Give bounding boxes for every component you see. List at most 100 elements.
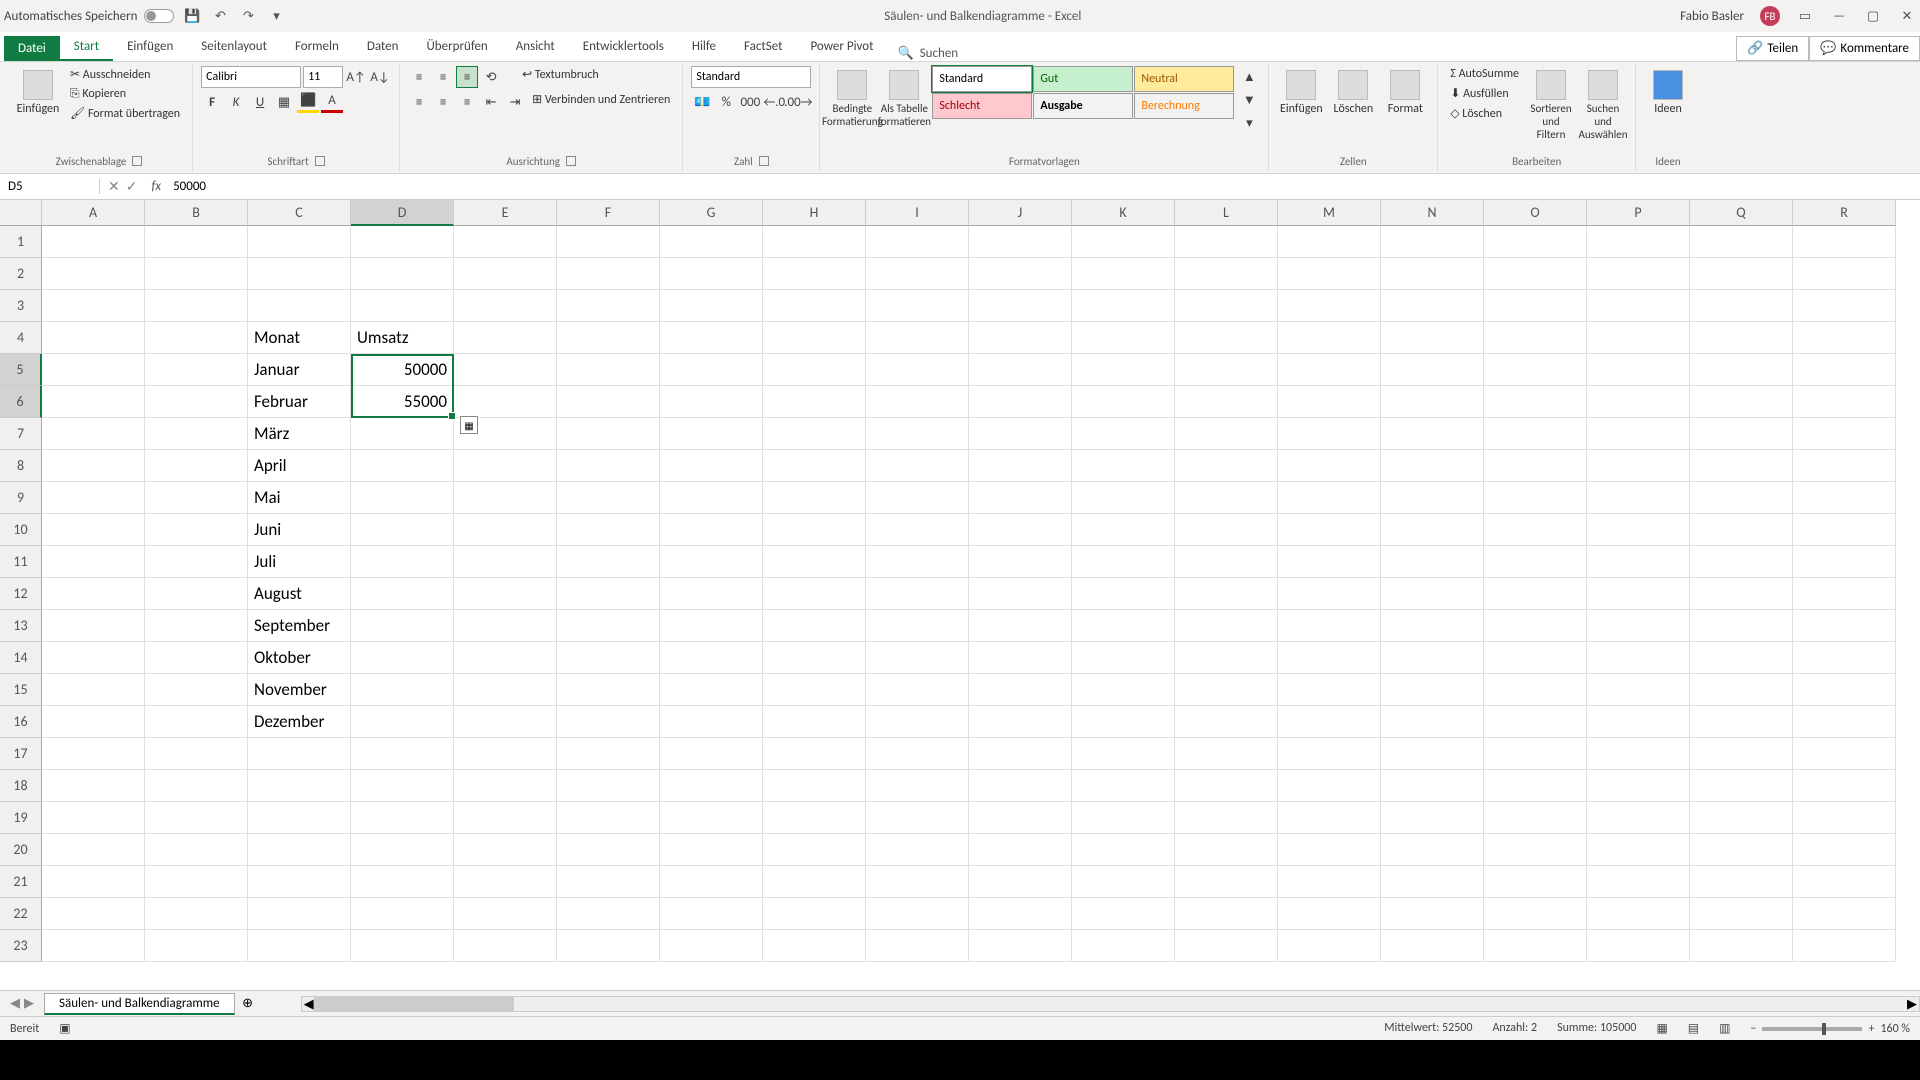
close-icon[interactable]: ✕ — [1898, 7, 1916, 25]
row-header[interactable]: 18 — [0, 770, 42, 802]
cell[interactable] — [351, 642, 454, 674]
cell[interactable] — [866, 258, 969, 290]
cell[interactable] — [969, 546, 1072, 578]
cell[interactable] — [145, 706, 248, 738]
cell[interactable] — [660, 546, 763, 578]
cell[interactable] — [1690, 418, 1793, 450]
fx-icon[interactable]: fx — [145, 179, 167, 194]
macro-record-icon[interactable]: ▣ — [59, 1021, 70, 1036]
cell[interactable] — [1793, 898, 1896, 930]
cell[interactable] — [763, 418, 866, 450]
cell[interactable] — [42, 418, 145, 450]
cell[interactable] — [1690, 386, 1793, 418]
cell[interactable] — [145, 930, 248, 962]
horizontal-scrollbar[interactable]: ◀ ▶ — [301, 996, 1920, 1012]
fill-handle[interactable] — [448, 412, 456, 420]
cell[interactable] — [1175, 866, 1278, 898]
cell[interactable] — [42, 706, 145, 738]
cell[interactable] — [1278, 290, 1381, 322]
currency-icon[interactable]: 💶 — [691, 91, 713, 113]
cell[interactable] — [42, 674, 145, 706]
search-box[interactable]: 🔍 Suchen — [898, 46, 959, 61]
cell[interactable] — [1587, 642, 1690, 674]
cell[interactable] — [454, 386, 557, 418]
cell[interactable] — [1793, 738, 1896, 770]
cell[interactable] — [1587, 834, 1690, 866]
cell[interactable] — [145, 258, 248, 290]
cell[interactable] — [145, 482, 248, 514]
cell[interactable] — [1278, 418, 1381, 450]
cell[interactable] — [1793, 290, 1896, 322]
row-header[interactable]: 5 — [0, 354, 42, 386]
cell[interactable] — [1175, 802, 1278, 834]
cell[interactable] — [1072, 706, 1175, 738]
cell[interactable] — [1278, 642, 1381, 674]
cell[interactable] — [1690, 738, 1793, 770]
cell[interactable] — [42, 482, 145, 514]
column-header[interactable]: A — [42, 200, 145, 226]
cell[interactable] — [1690, 546, 1793, 578]
cell[interactable] — [763, 482, 866, 514]
cell[interactable] — [145, 610, 248, 642]
cell[interactable] — [1587, 354, 1690, 386]
cell[interactable] — [1175, 898, 1278, 930]
zoom-in-icon[interactable]: + — [1868, 1022, 1874, 1036]
cell[interactable]: 55000 — [351, 386, 454, 418]
cell[interactable] — [145, 546, 248, 578]
cell[interactable] — [1690, 674, 1793, 706]
format-cells-button[interactable]: Format — [1381, 66, 1429, 116]
cell[interactable] — [1175, 482, 1278, 514]
cell[interactable] — [763, 322, 866, 354]
cell[interactable] — [1587, 802, 1690, 834]
cell[interactable] — [1587, 290, 1690, 322]
cell[interactable] — [145, 866, 248, 898]
cell[interactable] — [42, 738, 145, 770]
column-header[interactable]: P — [1587, 200, 1690, 226]
cell[interactable] — [1690, 898, 1793, 930]
column-header[interactable]: H — [763, 200, 866, 226]
fill-button[interactable]: ⬇ Ausfüllen — [1446, 85, 1523, 102]
cell[interactable] — [557, 834, 660, 866]
format-as-table-button[interactable]: Als Tabelle formatieren — [880, 66, 928, 128]
column-header[interactable]: B — [145, 200, 248, 226]
cell[interactable] — [969, 898, 1072, 930]
cell[interactable]: 50000 — [351, 354, 454, 386]
column-header[interactable]: C — [248, 200, 351, 226]
cell[interactable] — [1175, 258, 1278, 290]
row-header[interactable]: 21 — [0, 866, 42, 898]
cell[interactable] — [969, 706, 1072, 738]
cell[interactable] — [42, 578, 145, 610]
cell[interactable] — [1072, 290, 1175, 322]
cell[interactable] — [1484, 674, 1587, 706]
cell[interactable] — [1072, 258, 1175, 290]
cell[interactable] — [969, 258, 1072, 290]
cell[interactable] — [1072, 866, 1175, 898]
cell[interactable] — [145, 226, 248, 258]
column-header[interactable]: L — [1175, 200, 1278, 226]
insert-cells-button[interactable]: Einfügen — [1277, 66, 1325, 116]
cell[interactable] — [866, 450, 969, 482]
cell[interactable] — [145, 578, 248, 610]
cell[interactable] — [145, 450, 248, 482]
cell[interactable] — [454, 514, 557, 546]
cell[interactable] — [1484, 802, 1587, 834]
cell[interactable] — [1484, 706, 1587, 738]
cell[interactable] — [1072, 418, 1175, 450]
row-header[interactable]: 20 — [0, 834, 42, 866]
tab-überprüfen[interactable]: Überprüfen — [412, 34, 501, 61]
scroll-left-icon[interactable]: ◀ — [304, 997, 314, 1012]
cell[interactable] — [1175, 610, 1278, 642]
cell[interactable] — [660, 258, 763, 290]
cell[interactable] — [1793, 226, 1896, 258]
underline-icon[interactable]: U — [249, 91, 271, 113]
row-header[interactable]: 14 — [0, 642, 42, 674]
percent-icon[interactable]: % — [715, 91, 737, 113]
cell[interactable] — [1484, 930, 1587, 962]
cell[interactable]: Juli — [248, 546, 351, 578]
cell[interactable] — [660, 482, 763, 514]
cell[interactable] — [969, 482, 1072, 514]
decrease-font-icon[interactable]: A↓ — [369, 66, 391, 88]
cell[interactable] — [969, 610, 1072, 642]
cell[interactable] — [1072, 322, 1175, 354]
scroll-thumb[interactable] — [314, 997, 514, 1011]
